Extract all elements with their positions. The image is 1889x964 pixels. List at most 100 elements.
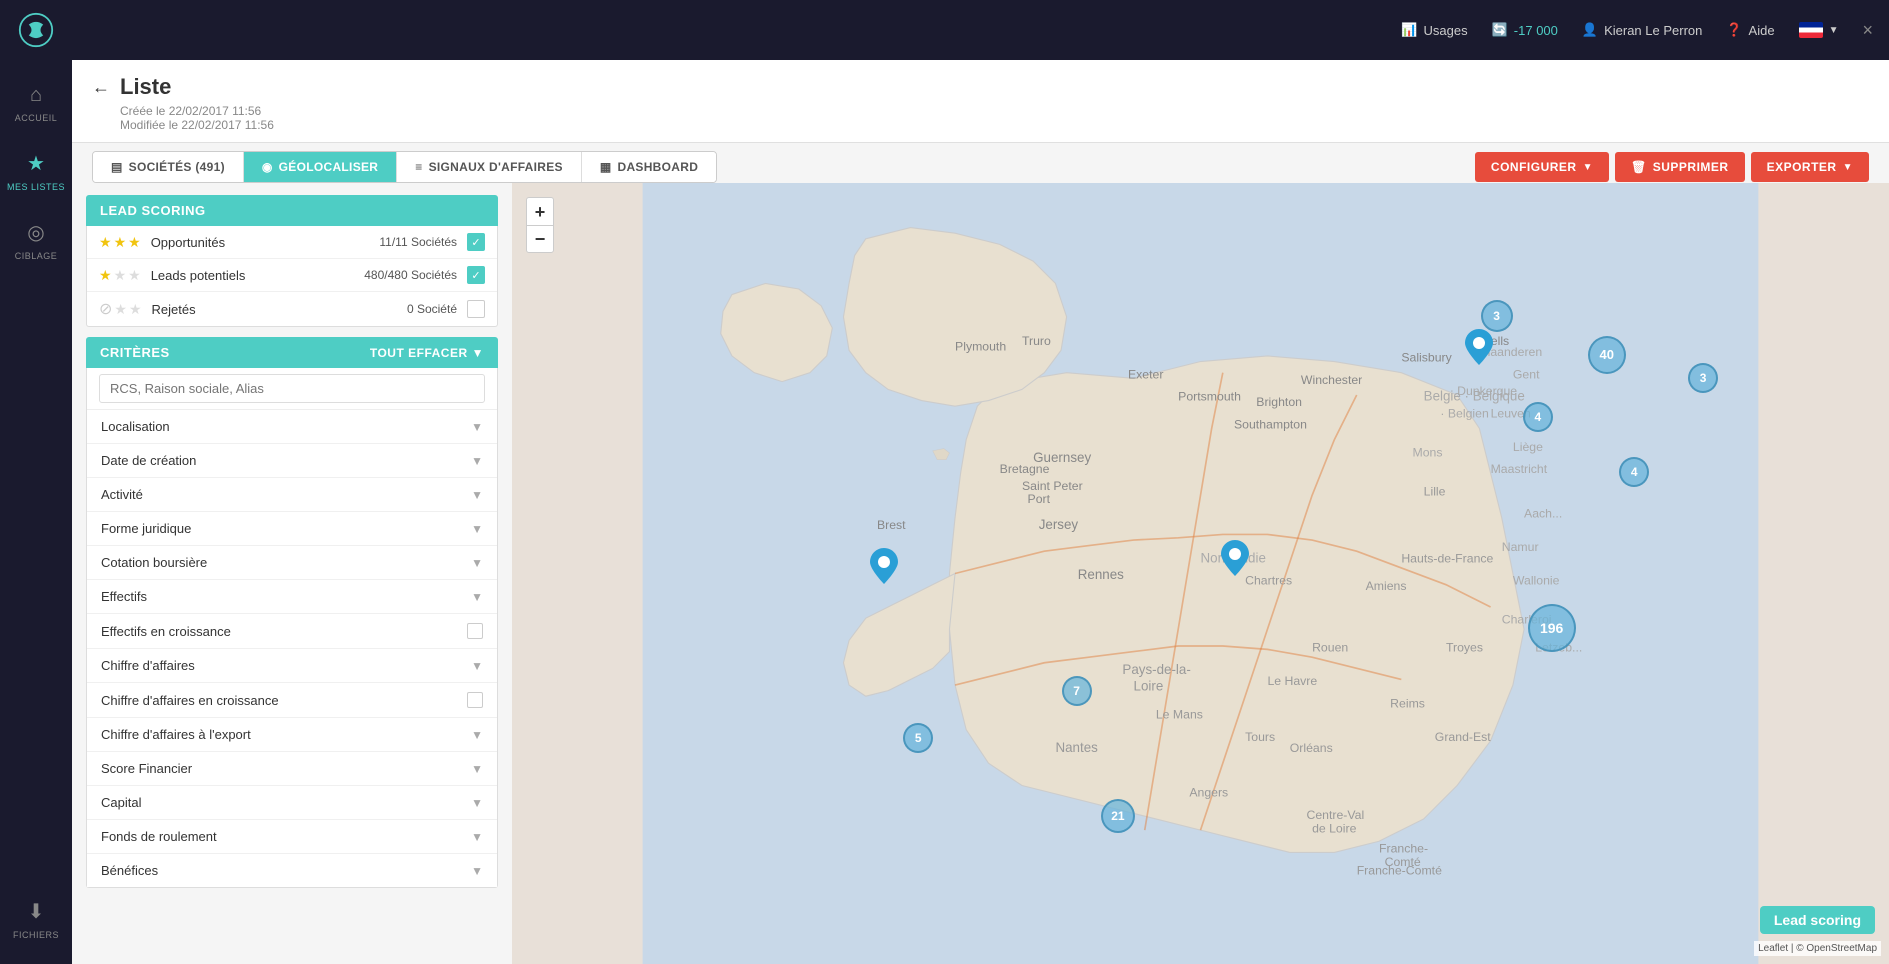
svg-text:Namur: Namur (1502, 540, 1539, 554)
svg-text:Belgie · Belgique: Belgie · Belgique (1424, 389, 1525, 404)
chevron-right-icon: ▼ (471, 830, 483, 844)
cluster-hauts-france[interactable]: 4 (1523, 402, 1553, 432)
map-pin-lille[interactable] (1465, 329, 1493, 370)
svg-text:Aach...: Aach... (1524, 507, 1562, 521)
export-chevron: ▼ (1843, 162, 1853, 173)
sidebar: ⌂ ACCUEIL ★ MES LISTES ◎ CIBLAGE ⬇ FICHI… (0, 60, 72, 964)
app-logo[interactable] (16, 10, 56, 50)
check-opportunites[interactable]: ✓ (467, 233, 485, 251)
cluster-nantes[interactable]: 21 (1101, 799, 1135, 833)
zoom-out-button[interactable]: − (526, 225, 554, 253)
map-container[interactable]: Bretagne Plymouth Brest Rennes Pays-de-l… (512, 183, 1889, 964)
credits-value: -17 000 (1514, 23, 1558, 38)
filter-capital[interactable]: Capital ▼ (87, 786, 497, 820)
svg-text:Grand-Est: Grand-Est (1435, 730, 1491, 744)
svg-text:Tours: Tours (1245, 730, 1275, 744)
cluster-lille[interactable]: 40 (1588, 336, 1626, 374)
filter-activite[interactable]: Activité ▼ (87, 478, 497, 512)
navbar-user[interactable]: 👤 Kieran Le Perron (1582, 22, 1702, 38)
page-title: Liste (120, 74, 171, 100)
page-header-top: ← Liste (92, 74, 1869, 100)
sidebar-item-fichiers[interactable]: ⬇ FICHIERS (0, 885, 72, 954)
check-ca-croissance[interactable] (467, 692, 483, 708)
sidebar-item-accueil[interactable]: ⌂ ACCUEIL (0, 70, 72, 137)
stars-leads: ★ ★ ★ (99, 267, 141, 284)
page-header: ← Liste Créée le 22/02/2017 11:56 Modifi… (72, 60, 1889, 143)
chevron-down-icon: ▼ (1829, 25, 1839, 36)
svg-text:Centre-Val: Centre-Val (1306, 808, 1364, 822)
filter-chiffre-affaires-croissance[interactable]: Chiffre d'affaires en croissance (87, 683, 497, 718)
svg-text:Reims: Reims (1390, 696, 1425, 710)
svg-text:Chartres: Chartres (1245, 574, 1292, 588)
navbar-credits[interactable]: 🔄 -17 000 (1492, 22, 1558, 38)
tab-actions: CONFIGURER ▼ 🗑 SUPPRIMER EXPORTER ▼ (1475, 152, 1869, 182)
navbar-right: 📊 Usages 🔄 -17 000 👤 Kieran Le Perron ❓ … (1401, 20, 1873, 41)
chevron-right-icon: ▼ (471, 659, 483, 673)
filter-benefices[interactable]: Bénéfices ▼ (87, 854, 497, 887)
map-pin-cornwall[interactable] (870, 548, 898, 589)
svg-text:Salisbury: Salisbury (1401, 351, 1452, 365)
rejetes-icon-group: ⊘ ★ ★ (99, 299, 142, 319)
cluster-brest[interactable]: 5 (903, 723, 933, 753)
cluster-right1[interactable]: 3 (1688, 363, 1718, 393)
star-empty2: ★ (129, 301, 142, 318)
tab-dashboard-label: DASHBOARD (617, 160, 698, 174)
filter-localisation[interactable]: Localisation ▼ (87, 410, 497, 444)
search-input[interactable] (99, 374, 485, 403)
filter-label-chiffre-affaires: Chiffre d'affaires (101, 658, 471, 673)
clear-label: Tout effacer (370, 346, 468, 360)
sidebar-item-mes-listes[interactable]: ★ MES LISTES (0, 137, 72, 206)
cluster-rennes[interactable]: 7 (1062, 676, 1092, 706)
svg-text:Gent: Gent (1513, 367, 1540, 381)
back-button[interactable]: ← (92, 77, 110, 98)
navbar-usages[interactable]: 📊 Usages (1401, 22, 1467, 38)
filter-date-creation[interactable]: Date de création ▼ (87, 444, 497, 478)
scoring-row-rejetes: ⊘ ★ ★ Rejetés 0 Société (87, 292, 497, 326)
sidebar-item-ciblage[interactable]: ◎ CIBLAGE (0, 206, 72, 275)
tab-dashboard[interactable]: ▦ DASHBOARD (582, 152, 716, 182)
svg-text:Portsmouth: Portsmouth (1178, 390, 1241, 404)
configure-button[interactable]: CONFIGURER ▼ (1475, 152, 1609, 182)
user-name: Kieran Le Perron (1604, 23, 1702, 38)
svg-text:Hauts-de-France: Hauts-de-France (1401, 551, 1493, 565)
cluster-value: 4 (1535, 410, 1542, 424)
flag-icon (1799, 22, 1823, 38)
filter-fonds-roulement[interactable]: Fonds de roulement ▼ (87, 820, 497, 854)
clear-all-button[interactable]: Tout effacer ▼ (370, 346, 484, 360)
chevron-right-icon: ▼ (471, 762, 483, 776)
tab-societes-label: SOCIÉTÉS (491) (129, 160, 225, 174)
filter-forme-juridique[interactable]: Forme juridique ▼ (87, 512, 497, 546)
check-rejetes[interactable] (467, 300, 485, 318)
cluster-paris[interactable]: 196 (1528, 604, 1576, 652)
tab-geolocaliser[interactable]: ◉ GÉOLOCALISER (244, 152, 397, 182)
navbar-help[interactable]: ❓ Aide (1726, 22, 1774, 38)
filter-score-financier[interactable]: Score Financier ▼ (87, 752, 497, 786)
map-pin-normandie[interactable] (1221, 540, 1249, 581)
filter-cotation-boursiere[interactable]: Cotation boursière ▼ (87, 546, 497, 580)
delete-button[interactable]: 🗑 SUPPRIMER (1615, 152, 1745, 182)
help-icon: ❓ (1726, 22, 1742, 38)
criteres-title: CRITÈRES (100, 345, 170, 360)
filter-effectifs[interactable]: Effectifs ▼ (87, 580, 497, 614)
svg-text:Lille: Lille (1424, 484, 1446, 498)
cluster-value: 5 (915, 731, 922, 745)
chevron-right-icon: ▼ (471, 864, 483, 878)
navbar-close-button[interactable]: × (1862, 20, 1873, 41)
check-effectifs-croissance[interactable] (467, 623, 483, 639)
check-leads[interactable]: ✓ (467, 266, 485, 284)
navbar-language[interactable]: ▼ (1799, 22, 1839, 38)
stars-opportunites: ★ ★ ★ (99, 234, 141, 251)
cluster-right2[interactable]: 4 (1619, 457, 1649, 487)
tab-signaux[interactable]: ≡ SIGNAUX D'AFFAIRES (397, 152, 582, 182)
lead-scoring-badge: Lead scoring (1760, 906, 1875, 934)
cluster-value: 40 (1599, 347, 1613, 362)
cluster-dunkerque[interactable]: 3 (1481, 300, 1513, 332)
help-label: Aide (1749, 23, 1775, 38)
filter-chiffre-affaires[interactable]: Chiffre d'affaires ▼ (87, 649, 497, 683)
chevron-right-icon: ▼ (471, 728, 483, 742)
filter-chiffre-affaires-export[interactable]: Chiffre d'affaires à l'export ▼ (87, 718, 497, 752)
filter-effectifs-croissance[interactable]: Effectifs en croissance (87, 614, 497, 649)
export-button[interactable]: EXPORTER ▼ (1751, 152, 1869, 182)
zoom-in-button[interactable]: + (526, 197, 554, 225)
tab-societes[interactable]: ▤ SOCIÉTÉS (491) (93, 152, 244, 182)
